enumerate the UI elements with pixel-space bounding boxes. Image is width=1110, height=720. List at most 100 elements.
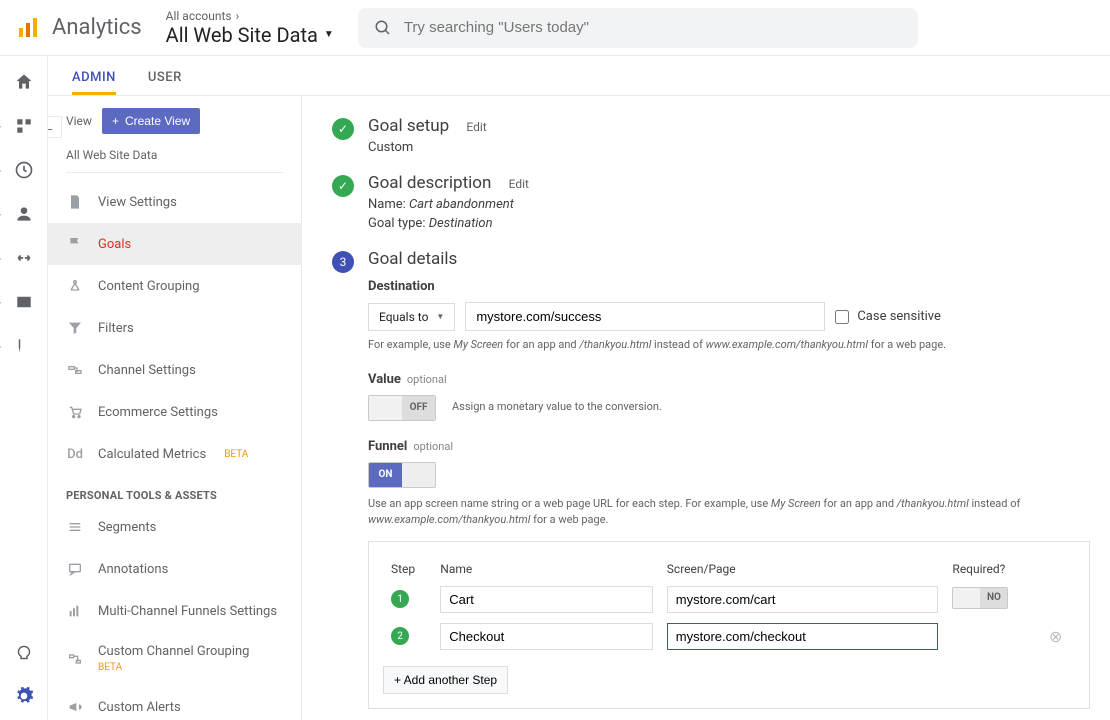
bars-icon — [66, 602, 84, 620]
nav-multichannel[interactable]: Multi-Channel Funnels Settings — [48, 590, 301, 632]
caret-down-icon: ▼ — [324, 29, 334, 40]
flag-icon — [66, 235, 84, 253]
beta-badge: BETA — [98, 662, 122, 673]
analytics-logo-icon — [16, 16, 40, 40]
funnel-row: 2 ⊗ — [385, 619, 1073, 654]
nav-ecommerce-settings[interactable]: Ecommerce Settings — [48, 391, 301, 433]
annotations-icon — [66, 560, 84, 578]
breadcrumb-main[interactable]: All Web Site Data▼ — [166, 23, 334, 47]
sidebar: ← View + Create View All Web Site Data V… — [48, 96, 302, 720]
case-sensitive-checkbox[interactable]: Case sensitive — [835, 309, 941, 324]
back-button[interactable]: ← — [48, 116, 62, 138]
home-icon[interactable] — [12, 70, 36, 94]
nav-content-grouping[interactable]: Content Grouping — [48, 265, 301, 307]
step-title: Goal description — [368, 173, 491, 193]
step-page-input[interactable] — [667, 623, 939, 650]
nav-annotations[interactable]: Annotations — [48, 548, 301, 590]
conversions-icon[interactable]: ▸ — [12, 334, 36, 358]
acquisition-icon[interactable]: ▸ — [12, 246, 36, 270]
search-input[interactable] — [404, 19, 902, 36]
nav-custom-channel[interactable]: Custom Channel GroupingBETA — [48, 632, 301, 686]
match-type-select[interactable]: Equals to▼ — [368, 303, 455, 331]
step-badge: 2 — [391, 627, 409, 645]
destination-input[interactable] — [465, 302, 825, 331]
step-page-input[interactable] — [667, 586, 939, 613]
step-goal-setup: ✓ Goal setup Edit Custom — [332, 116, 1090, 155]
step-goal-description: ✓ Goal description Edit Name: Cart aband… — [332, 173, 1090, 231]
step-name-input[interactable] — [440, 586, 653, 613]
step-number: 3 — [332, 251, 354, 273]
brand-name: Analytics — [52, 15, 142, 40]
goal-name-line: Name: Cart abandonment — [368, 197, 1090, 212]
tab-admin[interactable]: ADMIN — [72, 70, 116, 95]
nav-segments[interactable]: Segments — [48, 506, 301, 548]
value-toggle[interactable]: OFF — [368, 395, 436, 421]
check-icon: ✓ — [332, 175, 354, 197]
realtime-icon[interactable]: ▸ — [12, 158, 36, 182]
view-label: View — [66, 114, 92, 128]
nav-custom-alerts[interactable]: Custom Alerts — [48, 686, 301, 720]
plus-icon: + — [112, 114, 119, 128]
destination-help: For example, use My Screen for an app an… — [368, 337, 1090, 354]
funnel-help: Use an app screen name string or a web p… — [368, 496, 1090, 529]
funnel-icon — [66, 319, 84, 337]
create-view-button[interactable]: + Create View — [102, 108, 200, 134]
col-step: Step — [385, 558, 432, 580]
view-name[interactable]: All Web Site Data — [66, 144, 283, 173]
segments-icon — [66, 518, 84, 536]
dd-icon: Dd — [66, 445, 84, 463]
tab-user[interactable]: USER — [148, 70, 182, 95]
section-personal-tools: PERSONAL TOOLS & ASSETS — [48, 475, 301, 506]
admin-gear-icon[interactable] — [12, 684, 36, 708]
customization-icon[interactable]: ▸ — [12, 114, 36, 138]
search-icon — [374, 19, 392, 37]
breadcrumb-top: All accounts› — [166, 9, 334, 23]
col-name: Name — [434, 558, 659, 580]
content-pane: ✓ Goal setup Edit Custom ✓ Goal descript… — [302, 96, 1110, 720]
check-icon: ✓ — [332, 118, 354, 140]
nav-rail: ▸ ▸ ▸ ▸ ▸ ▸ — [0, 56, 48, 720]
nav-channel-settings[interactable]: Channel Settings — [48, 349, 301, 391]
nav-view-settings[interactable]: View Settings — [48, 181, 301, 223]
funnel-steps-box: Step Name Screen/Page Required? 1 — [368, 541, 1090, 709]
value-label: Valueoptional — [368, 372, 1090, 387]
edit-link[interactable]: Edit — [509, 177, 529, 191]
destination-label: Destination — [368, 279, 1090, 294]
discover-icon[interactable] — [12, 642, 36, 666]
goal-type-line: Goal type: Destination — [368, 216, 1090, 231]
search-bar[interactable] — [358, 8, 918, 48]
required-toggle[interactable]: NO — [952, 587, 1008, 609]
tab-bar: ADMIN USER — [48, 56, 1110, 96]
document-icon — [66, 193, 84, 211]
edit-link[interactable]: Edit — [466, 120, 486, 134]
funnel-row: 1 NO — [385, 582, 1073, 617]
breadcrumb[interactable]: All accounts› All Web Site Data▼ — [166, 9, 334, 47]
chevron-right-icon: › — [236, 9, 240, 23]
step-setup-value: Custom — [368, 140, 1090, 155]
megaphone-icon — [66, 698, 84, 716]
app-header: Analytics All accounts› All Web Site Dat… — [0, 0, 1110, 56]
custom-channel-icon — [66, 650, 84, 668]
nav-filters[interactable]: Filters — [48, 307, 301, 349]
funnel-toggle[interactable]: ON — [368, 462, 436, 488]
step-goal-details: 3 Goal details Destination Equals to▼ Ca… — [332, 249, 1090, 720]
grouping-icon — [66, 277, 84, 295]
value-help: Assign a monetary value to the conversio… — [452, 399, 662, 416]
step-title: Goal setup — [368, 116, 449, 136]
step-name-input[interactable] — [440, 623, 653, 650]
funnel-label: Funneloptional — [368, 439, 1090, 454]
add-step-button[interactable]: + Add another Step — [383, 666, 508, 694]
delete-step-icon[interactable]: ⊗ — [1049, 627, 1062, 646]
step-title: Goal details — [368, 249, 457, 269]
channel-icon — [66, 361, 84, 379]
nav-calculated-metrics[interactable]: DdCalculated MetricsBETA — [48, 433, 301, 475]
cart-icon — [66, 403, 84, 421]
audience-icon[interactable]: ▸ — [12, 202, 36, 226]
col-page: Screen/Page — [661, 558, 945, 580]
step-badge: 1 — [391, 590, 409, 608]
nav-goals[interactable]: Goals — [48, 223, 301, 265]
caret-down-icon: ▼ — [436, 312, 444, 321]
beta-badge: BETA — [224, 449, 248, 460]
col-required: Required? — [946, 558, 1041, 580]
behavior-icon[interactable]: ▸ — [12, 290, 36, 314]
